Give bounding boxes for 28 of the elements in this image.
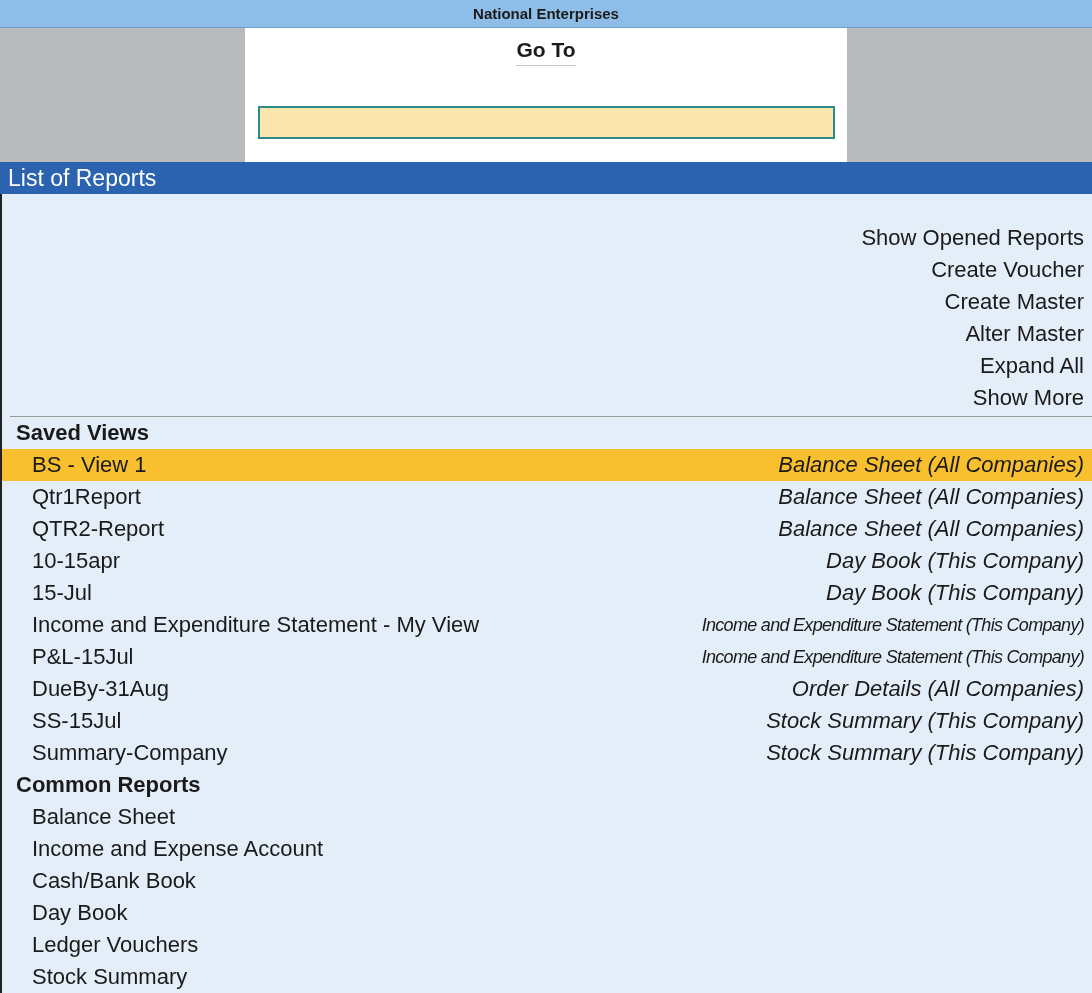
goto-title: Go To bbox=[516, 38, 576, 66]
report-item[interactable]: QTR2-Report Balance Sheet (All Companies) bbox=[2, 513, 1092, 545]
section-heading: Saved Views bbox=[15, 419, 150, 447]
report-item[interactable]: Ledger Vouchers bbox=[2, 929, 1092, 961]
action-link[interactable]: Alter Master bbox=[965, 318, 1084, 350]
action-link[interactable]: Show More bbox=[972, 382, 1084, 414]
report-item[interactable]: SS-15Jul Stock Summary (This Company) bbox=[2, 705, 1092, 737]
report-item[interactable]: DueBy-31Aug Order Details (All Companies) bbox=[2, 673, 1092, 705]
report-item[interactable]: BS - View 1 Balance Sheet (All Companies) bbox=[2, 449, 1092, 481]
report-item[interactable]: Cash/Bank Book bbox=[2, 865, 1092, 897]
report-item[interactable]: Income and Expenditure Statement - My View Income and Expenditure Statement (This Company) bbox=[2, 609, 1092, 641]
report-item[interactable]: Stock Summary bbox=[2, 961, 1092, 993]
section-heading: Common Reports bbox=[15, 771, 202, 799]
action-link[interactable]: Create Voucher bbox=[931, 254, 1084, 286]
report-item[interactable]: 10-15apr Day Book (This Company) bbox=[2, 545, 1092, 577]
action-link[interactable]: Create Master bbox=[944, 286, 1084, 318]
input-field[interactable] bbox=[257, 106, 835, 139]
report-item[interactable]: 15-Jul Day Book (This Company) bbox=[2, 577, 1092, 609]
report-item[interactable]: Income and Expense Account bbox=[2, 833, 1092, 865]
window-title: National Enterprises bbox=[0, 0, 1092, 28]
panel-title: List of Reports bbox=[0, 162, 1092, 194]
report-item[interactable]: Summary-Company Stock Summary (This Company) bbox=[2, 737, 1092, 769]
report-item[interactable]: Balance Sheet bbox=[2, 801, 1092, 833]
action-link[interactable]: Expand All bbox=[980, 350, 1084, 382]
report-item[interactable]: Qtr1Report Balance Sheet (All Companies) bbox=[2, 481, 1092, 513]
report-item[interactable]: P&L-15Jul Income and Expenditure Statement (This Company) bbox=[2, 641, 1092, 673]
action-link[interactable]: Show Opened Reports bbox=[861, 222, 1084, 254]
report-item[interactable]: Day Book bbox=[2, 897, 1092, 929]
